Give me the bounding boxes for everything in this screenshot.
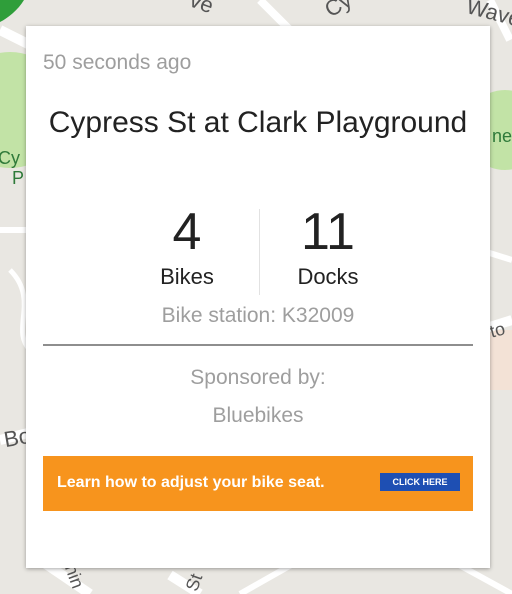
count-divider bbox=[259, 209, 260, 295]
map-label: P bbox=[12, 168, 25, 188]
docks-available: 11 Docks bbox=[238, 204, 418, 292]
map-label: Cy bbox=[0, 148, 20, 168]
station-name: Cypress St at Clark Playground bbox=[48, 106, 468, 139]
station-id: Bike station: K32009 bbox=[161, 304, 355, 327]
divider bbox=[43, 344, 473, 346]
docks-label: Docks bbox=[297, 264, 359, 289]
availability-counts: 4 Bikes 11 Docks bbox=[26, 204, 490, 300]
sponsor-ad-banner[interactable]: Learn how to adjust your bike seat. CLIC… bbox=[43, 456, 473, 511]
ad-click-here-button[interactable]: CLICK HERE bbox=[380, 473, 460, 491]
last-updated: 50 seconds ago bbox=[43, 51, 192, 74]
ad-text: Learn how to adjust your bike seat. bbox=[57, 474, 325, 491]
sponsored-label: Sponsored by: bbox=[190, 366, 326, 389]
station-info-card: 50 seconds ago Cypress St at Clark Playg… bbox=[26, 26, 490, 568]
docks-count: 11 bbox=[301, 203, 355, 261]
map-label: ne bbox=[492, 126, 512, 146]
sponsor-name: Bluebikes bbox=[212, 404, 304, 427]
